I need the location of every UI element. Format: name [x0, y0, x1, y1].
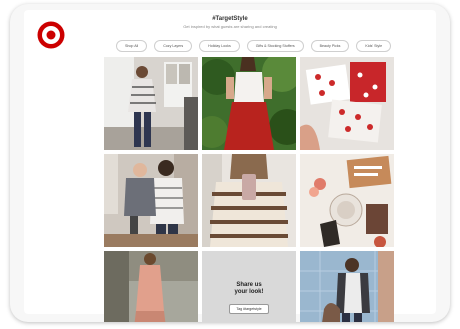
photo-grid: Share us your look! Tag #targetstyle — [104, 57, 398, 322]
photo-tile[interactable] — [104, 57, 198, 150]
page-subtitle: Get inspired by what guests are sharing … — [183, 24, 277, 29]
photo-tile[interactable] — [202, 57, 296, 150]
page-title: #TargetStyle — [212, 16, 248, 22]
photo-tile[interactable] — [300, 154, 394, 247]
photo-tile[interactable] — [202, 154, 296, 247]
filter-pill[interactable]: Beauty Picks — [310, 40, 350, 52]
device-frame: #TargetStyle Get inspired by what guests… — [10, 4, 450, 322]
photo-tile[interactable] — [300, 251, 394, 322]
photo-tile[interactable] — [104, 251, 198, 322]
filter-pill[interactable]: Holiday Looks — [199, 40, 240, 52]
filter-pill[interactable]: Cozy Layers — [154, 40, 193, 52]
share-title: Share us your look! — [234, 281, 264, 295]
filter-pill[interactable]: Kids' Style — [356, 40, 392, 52]
share-button[interactable]: Tag #targetstyle — [229, 303, 269, 314]
photo-tile[interactable] — [300, 57, 394, 150]
webpage: #TargetStyle Get inspired by what guests… — [24, 10, 436, 322]
filter-pill[interactable]: Gifts & Stocking Stuffers — [246, 40, 304, 52]
filter-pill[interactable]: Shop All — [116, 40, 148, 52]
photo-tile[interactable] — [104, 154, 198, 247]
filter-bar: Shop All Cozy Layers Holiday Looks Gifts… — [116, 40, 392, 52]
share-card: Share us your look! Tag #targetstyle — [202, 251, 296, 322]
